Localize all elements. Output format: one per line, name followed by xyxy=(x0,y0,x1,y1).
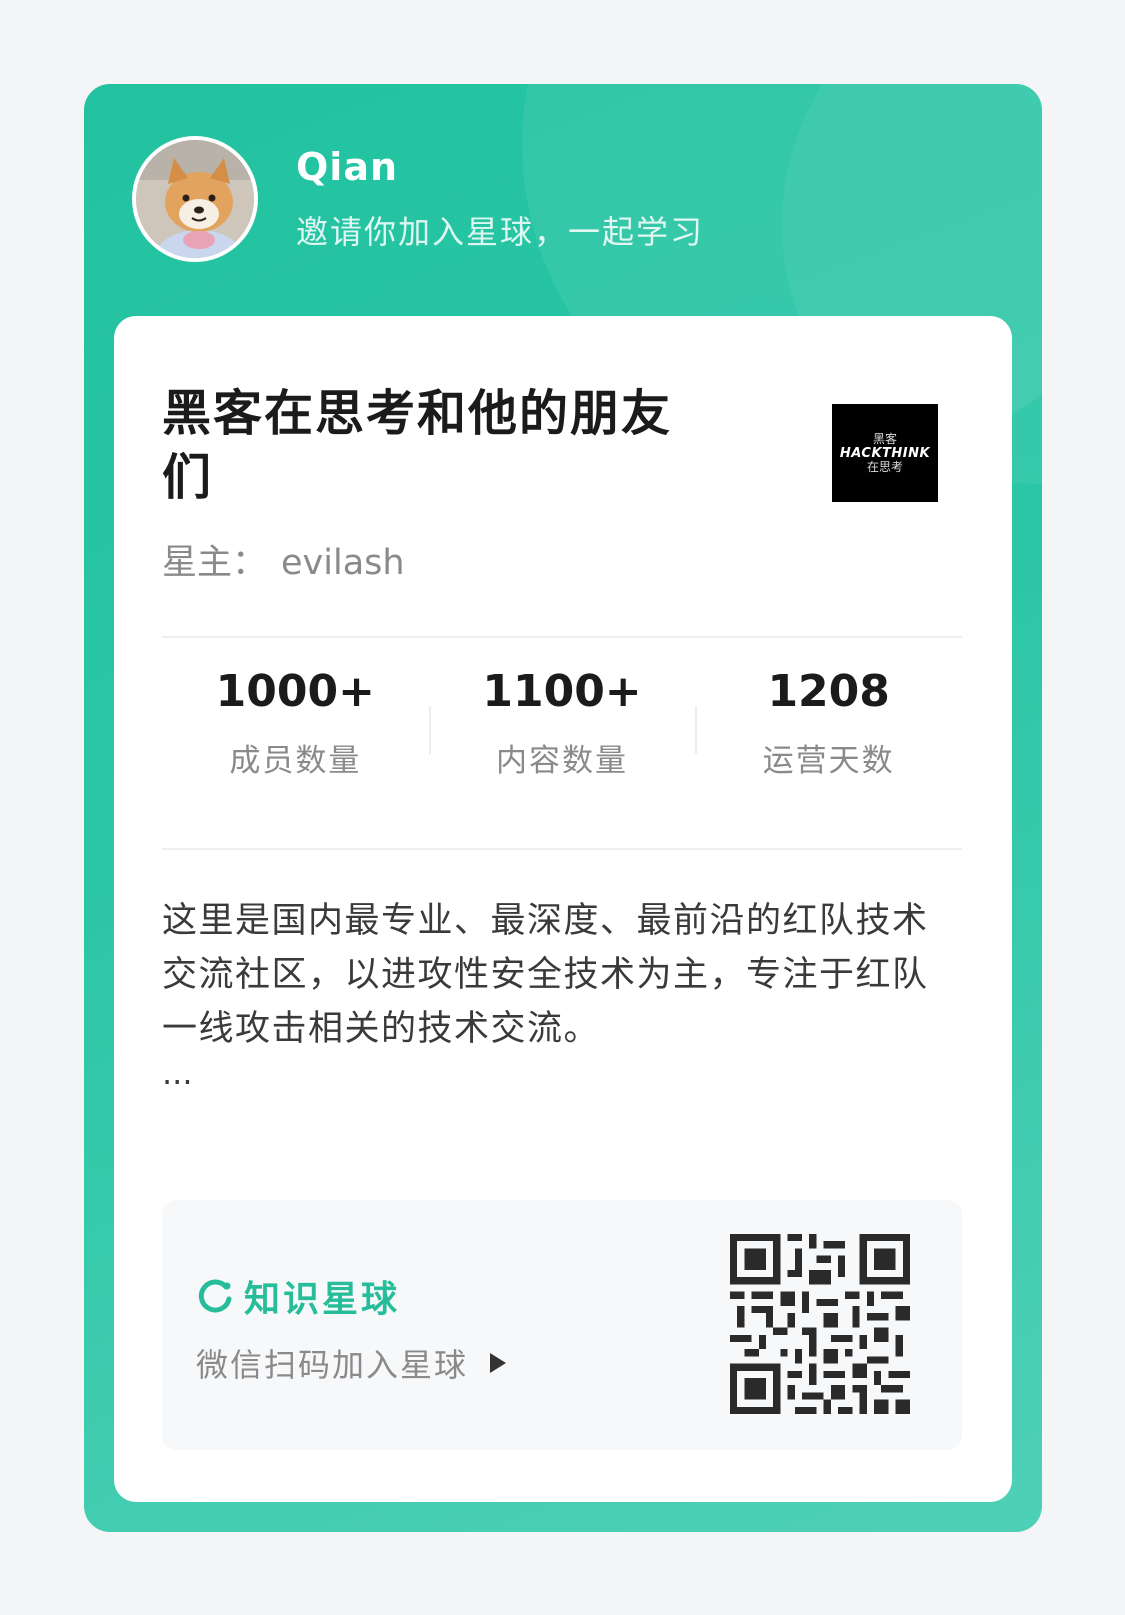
stat-value: 1000+ xyxy=(215,666,375,717)
group-owner: 星主： evilash xyxy=(162,534,405,585)
group-title: 黑客在思考和他的朋友们 xyxy=(162,385,673,506)
inviter-name: Qian xyxy=(296,145,399,189)
description-ellipsis[interactable]: ... xyxy=(162,1054,193,1092)
stat-label: 运营天数 xyxy=(762,743,895,779)
group-info-panel: 黑客在思考和他的朋友们 星主： evilash 黑客 HACKTHINK 在思考 … xyxy=(114,316,1012,1502)
stat-value: 1208 xyxy=(767,666,890,717)
brand-name: 知识星球 xyxy=(244,1279,401,1320)
owner-name: evilash xyxy=(281,543,405,583)
stat-members: 1000+ 成员数量 xyxy=(162,666,429,806)
owner-label: 星主： xyxy=(162,543,268,583)
avatar-image xyxy=(136,140,254,258)
inviter-header: Qian 邀请你加入星球，一起学习 xyxy=(132,136,704,262)
stat-label: 内容数量 xyxy=(496,743,628,779)
stat-value: 1100+ xyxy=(482,666,642,717)
stat-content: 1100+ 内容数量 xyxy=(428,666,696,806)
group-description: 这里是国内最专业、最深度、最前沿的红队技术交流社区，以进攻性安全技术为主，专注于… xyxy=(162,901,929,1049)
divider xyxy=(162,636,962,638)
scan-to-join[interactable]: 微信扫码加入星球 xyxy=(196,1340,507,1386)
logo-text-bottom: 在思考 xyxy=(866,459,903,474)
stat-days: 1208 运营天数 xyxy=(695,666,962,806)
join-footer: 知识星球 微信扫码加入星球 xyxy=(162,1200,962,1450)
logo-text-main: HACKTHINK xyxy=(839,445,931,461)
invite-card: Qian 邀请你加入星球，一起学习 黑客在思考和他的朋友们 星主： evilash… xyxy=(84,84,1042,1532)
group-logo: 黑客 HACKTHINK 在思考 xyxy=(832,404,938,502)
logo-text-top: 黑客 xyxy=(872,431,897,446)
invite-message: 邀请你加入星球，一起学习 xyxy=(296,213,705,251)
scan-text: 微信扫码加入星球 xyxy=(196,1346,469,1384)
qr-code[interactable] xyxy=(730,1234,910,1414)
play-arrow-icon xyxy=(490,1353,507,1373)
stat-label: 成员数量 xyxy=(229,743,362,779)
brand: 知识星球 xyxy=(196,1270,400,1322)
divider xyxy=(162,848,962,850)
avatar[interactable] xyxy=(132,136,258,262)
planet-logo-icon xyxy=(198,1279,232,1313)
stats-row: 1000+ 成员数量 1100+ 内容数量 1208 运营天数 xyxy=(162,666,962,806)
